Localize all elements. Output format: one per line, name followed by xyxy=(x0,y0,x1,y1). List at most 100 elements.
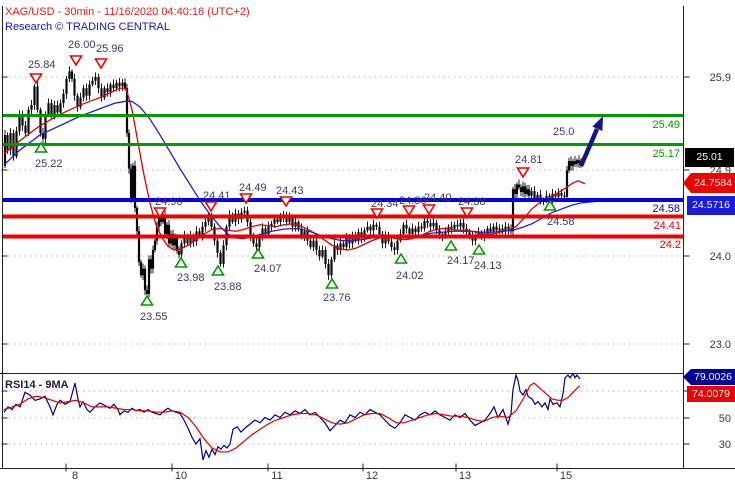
ma-slow-line xyxy=(3,100,599,242)
candle-body xyxy=(315,240,318,250)
candle-body xyxy=(151,249,155,269)
pivot-low-marker xyxy=(251,247,265,259)
candle-body xyxy=(123,82,127,89)
candle-body xyxy=(177,250,181,255)
pivot-low-label: 25.22 xyxy=(35,158,63,170)
candle-body xyxy=(65,78,68,94)
pivot-high-label: 24.81 xyxy=(515,154,543,166)
pivot-high-label: 24.36 xyxy=(399,195,427,207)
candle-body xyxy=(106,88,109,92)
candle-body xyxy=(36,86,39,110)
forecast-arrow xyxy=(578,128,600,167)
candle-body xyxy=(489,228,492,232)
candle-body xyxy=(27,109,30,134)
candle-body xyxy=(91,80,94,85)
pivot-low-marker xyxy=(394,252,408,264)
candle-body xyxy=(73,78,76,96)
candle-body xyxy=(3,134,7,166)
candle-body xyxy=(153,240,157,250)
candle-body xyxy=(30,105,33,110)
rsi-axis-tick-label: 50 xyxy=(719,413,731,425)
pivot-high-label: 25.84 xyxy=(28,59,56,71)
candle-body xyxy=(402,224,405,235)
pivot-high-label: 24.90 xyxy=(155,196,183,208)
candle-body xyxy=(533,191,536,199)
candle-body xyxy=(243,210,246,213)
candle-body xyxy=(44,114,47,139)
pivot-low-label: 24.13 xyxy=(474,260,502,272)
time-axis-label: 11 xyxy=(271,470,282,480)
time-axis-label: 13 xyxy=(459,470,471,480)
candle-body xyxy=(145,290,149,294)
candle-body xyxy=(453,224,456,229)
pivot-high-marker xyxy=(402,205,416,217)
candle-body xyxy=(498,228,501,231)
time-axis-label: 8 xyxy=(72,470,78,480)
candle-body xyxy=(517,184,521,188)
candle-body xyxy=(62,93,65,104)
candle-body xyxy=(521,186,525,193)
pivot-high-label: 24.49 xyxy=(239,182,267,194)
candle-body xyxy=(575,160,579,164)
rsi-ma-line xyxy=(3,382,581,453)
pivot-low-marker xyxy=(444,239,458,251)
pivot-high-marker xyxy=(516,167,530,179)
candle-body xyxy=(563,195,566,197)
candle-body xyxy=(456,224,459,227)
forecast-arrow-head xyxy=(592,116,603,131)
support-level-label: 24.41 xyxy=(653,220,681,232)
pivot-low-label: 24.17 xyxy=(447,255,475,267)
candle-body xyxy=(165,224,169,235)
pivot-low-label: 24.02 xyxy=(396,270,424,282)
pivot-low-label: 24.58 xyxy=(547,216,575,228)
candle-body xyxy=(393,247,396,250)
time-axis-label: 12 xyxy=(366,470,378,480)
candle-body xyxy=(143,268,147,291)
candle-body xyxy=(523,186,527,194)
time-axis-label: 15 xyxy=(560,470,572,480)
pivot-high-label: 26.00 xyxy=(68,39,96,51)
candle-body xyxy=(149,259,153,269)
candle-body xyxy=(420,226,423,229)
candle-body xyxy=(375,224,378,227)
candle-body xyxy=(390,241,393,248)
candle-body xyxy=(429,222,432,227)
candle-body xyxy=(426,220,429,223)
pivot-low-marker xyxy=(211,264,225,276)
candle-body xyxy=(139,262,143,276)
candle-body xyxy=(47,103,50,115)
candle-body xyxy=(59,103,62,113)
candle-body xyxy=(291,217,294,227)
candle-body xyxy=(70,71,74,79)
candle-body xyxy=(68,71,71,79)
candle-body xyxy=(97,77,100,89)
candle-body xyxy=(530,191,533,196)
candle-body xyxy=(173,237,177,246)
candle-body xyxy=(366,226,369,231)
candle-body xyxy=(396,240,399,250)
candle-body xyxy=(507,226,510,230)
chart-title: XAG/USD - 30min - 11/16/2020 04:40:16 (U… xyxy=(5,6,250,18)
candle-body xyxy=(24,125,27,134)
candle-body xyxy=(405,224,408,229)
candle-body xyxy=(50,103,53,115)
pivot-level-label: 24.58 xyxy=(652,203,680,215)
forecast-label: 25.0 xyxy=(553,126,574,138)
candle-body xyxy=(157,217,161,227)
candle-body xyxy=(53,105,56,115)
candle-body xyxy=(495,226,498,231)
candle-body xyxy=(112,84,115,89)
pivot-high-label: 24.41 xyxy=(203,190,231,202)
candle-body xyxy=(565,170,569,197)
pivot-low-marker xyxy=(140,294,154,306)
candle-body xyxy=(210,217,213,227)
pivot-high-marker xyxy=(69,55,83,67)
candle-body xyxy=(127,133,131,169)
ma-fast-value-tag: 24.7584 xyxy=(691,173,735,193)
resistance-level-label: 25.49 xyxy=(652,119,680,131)
candle-body xyxy=(378,226,381,235)
candle-body xyxy=(411,228,414,235)
candle-body xyxy=(525,189,529,194)
candle-body xyxy=(88,84,91,96)
candle-body xyxy=(56,105,59,113)
